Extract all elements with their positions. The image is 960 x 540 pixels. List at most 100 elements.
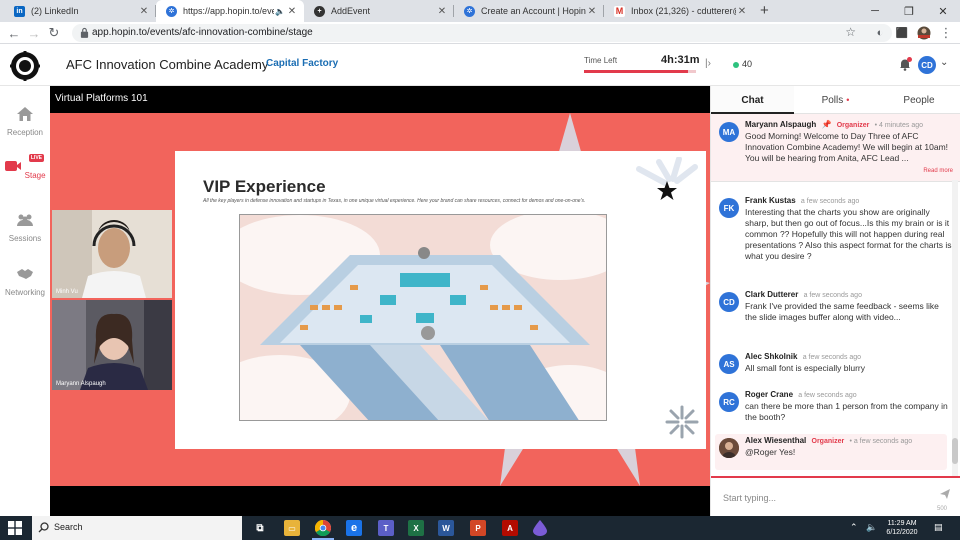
addevent-icon: + [314, 5, 325, 17]
event-logo-icon [10, 51, 40, 81]
speaker-video-feed [52, 300, 172, 390]
tab-chat[interactable]: Chat [711, 86, 794, 114]
tab-addevent[interactable]: + AddEvent ✕ [304, 0, 454, 22]
character-limit: 500 [937, 506, 948, 512]
acrobat-icon[interactable]: A [502, 520, 518, 536]
rail-item-networking[interactable]: Networking [0, 266, 50, 297]
time-left-value: 4h:31m [661, 54, 700, 66]
message-text: Frank I've provided the same feedback - … [745, 301, 939, 322]
close-icon[interactable]: ✕ [586, 6, 598, 17]
side-panel: Chat Polls • People MA Maryann Alspaugh 📌… [710, 86, 960, 516]
message-author: Maryann Alspaugh [745, 120, 817, 129]
read-more-link[interactable]: Read more [923, 168, 953, 174]
back-arrow-icon[interactable]: ← [6, 25, 22, 41]
message-time: a few seconds ago [798, 392, 857, 399]
message-text: Good Morning! Welcome to Day Three of AF… [745, 131, 949, 163]
organizer-link[interactable]: Capital Factory [266, 58, 338, 69]
file-explorer-icon[interactable]: ▭ [284, 520, 300, 536]
rail-item-sessions[interactable]: Sessions [0, 212, 50, 243]
chat-message: FK Frank Kustas a few seconds ago Intere… [719, 196, 953, 262]
notifications-icon[interactable]: ▤ [934, 522, 943, 533]
chrome-icon[interactable] [315, 520, 331, 536]
new-tab-button[interactable]: + [760, 2, 769, 19]
speaker-video-tile[interactable]: Minh Vu [52, 210, 172, 298]
send-icon[interactable] [939, 488, 951, 500]
chat-message-list: FK Frank Kustas a few seconds ago Intere… [711, 182, 960, 476]
scroll-thumb[interactable] [952, 438, 958, 464]
stage-session-title: Virtual Platforms 101 [55, 93, 148, 104]
chat-scrollbar[interactable] [952, 180, 958, 476]
speaker-video-tile[interactable]: Maryann Alspaugh [52, 300, 172, 390]
hopin-icon: ✲ [166, 5, 177, 17]
collapse-panel-icon[interactable]: |› [705, 58, 711, 69]
tab-people[interactable]: People [877, 86, 960, 114]
word-icon[interactable]: W [438, 520, 454, 536]
message-time: • a few seconds ago [849, 438, 913, 445]
windows-start-icon[interactable] [8, 521, 22, 535]
pinned-message: MA Maryann Alspaugh 📌 Organizer • 4 minu… [711, 114, 960, 182]
teams-icon[interactable]: T [378, 520, 394, 536]
profile-avatar-icon[interactable] [916, 25, 932, 41]
close-icon[interactable]: ✕ [436, 6, 448, 17]
event-title: AFC Innovation Combine Academy [66, 57, 269, 72]
task-view-icon[interactable]: ⧉ [252, 520, 268, 536]
address-bar: ← → ↻ app.hopin.to/events/afc-innovation… [0, 22, 960, 44]
speaker-name-label: Maryann Alspaugh [56, 381, 106, 387]
chat-input[interactable] [723, 490, 923, 506]
avatar: AS [719, 354, 739, 374]
drop-app-icon[interactable] [532, 520, 548, 536]
time-left-label: Time Left [584, 56, 618, 65]
slide-heading: VIP Experience [203, 177, 326, 196]
gmail-icon: M [614, 5, 625, 17]
message-author: Frank Kustas [745, 196, 796, 205]
presentation-background: VIP Experience All the key players in de… [50, 113, 710, 486]
message-time: a few seconds ago [802, 354, 862, 361]
volume-icon[interactable]: 🔈 [866, 522, 877, 533]
taskbar-clock[interactable]: 11:29 AM 6/12/2020 [880, 519, 924, 537]
message-author: Roger Crane [745, 390, 794, 399]
tab-hopin-stage[interactable]: ✲ https://app.hopin.to/events/ 🔈 ✕ [156, 0, 304, 22]
close-window-button[interactable]: ✕ [926, 0, 960, 22]
speaker-icon[interactable]: 🔈 [274, 7, 286, 16]
tray-chevron-icon[interactable]: ⌃ [850, 522, 858, 533]
tab-hopin-create[interactable]: ✲ Create an Account | Hopin ✕ [454, 0, 604, 22]
extension-icon[interactable]: ⬛ [894, 25, 910, 41]
chat-message: MA Maryann Alspaugh 📌 Organizer • 4 minu… [719, 120, 953, 164]
message-author: Clark Dutterer [745, 290, 799, 299]
kebab-menu-icon[interactable]: ⋮ [938, 25, 954, 41]
rail-item-stage[interactable]: LIVE Stage [0, 154, 50, 180]
forward-arrow-icon[interactable]: → [26, 25, 42, 41]
powerpoint-icon[interactable]: P [470, 520, 486, 536]
unread-dot: • [846, 95, 850, 105]
online-status-icon [733, 62, 739, 68]
windows-taskbar: Search ⧉ ▭ e T X W P A ⌃ 🔈 11:29 AM 6/12… [0, 516, 960, 540]
bookmark-star-icon[interactable]: ☆ [845, 25, 856, 39]
tab-gmail[interactable]: M Inbox (21,326) - cdutterer@gmai ✕ [604, 0, 754, 22]
close-icon[interactable]: ✕ [138, 6, 150, 17]
rail-item-reception[interactable]: Reception [0, 106, 50, 137]
reload-icon[interactable]: ↻ [46, 25, 62, 41]
url-field[interactable]: app.hopin.to/events/afc-innovation-combi… [72, 24, 892, 42]
message-text: Interesting that the charts you show are… [745, 207, 952, 261]
extension-icon[interactable]: ◐ [872, 25, 888, 41]
taskbar-search-box[interactable]: Search [32, 516, 242, 540]
tab-polls[interactable]: Polls • [794, 86, 877, 114]
avatar: MA [719, 122, 739, 142]
chevron-down-icon[interactable]: ⌄ [940, 57, 948, 68]
edge-icon[interactable]: e [346, 520, 362, 536]
avatar: CD [719, 292, 739, 312]
notification-dot [907, 57, 912, 62]
avatar: RC [719, 392, 739, 412]
minimize-button[interactable]: ─ [858, 0, 892, 22]
tab-linkedin[interactable]: in (2) LinkedIn ✕ [4, 0, 156, 22]
message-time: • 4 minutes ago [874, 122, 924, 129]
message-text: can there be more than 1 person from the… [745, 401, 948, 422]
home-icon [17, 107, 33, 121]
excel-icon[interactable]: X [408, 520, 424, 536]
panel-tabs: Chat Polls • People [711, 86, 960, 114]
close-icon[interactable]: ✕ [736, 6, 748, 17]
user-avatar[interactable]: CD [918, 56, 936, 74]
close-icon[interactable]: ✕ [286, 6, 298, 17]
notification-bell-icon[interactable] [898, 57, 912, 71]
maximize-button[interactable]: ❐ [892, 0, 926, 22]
